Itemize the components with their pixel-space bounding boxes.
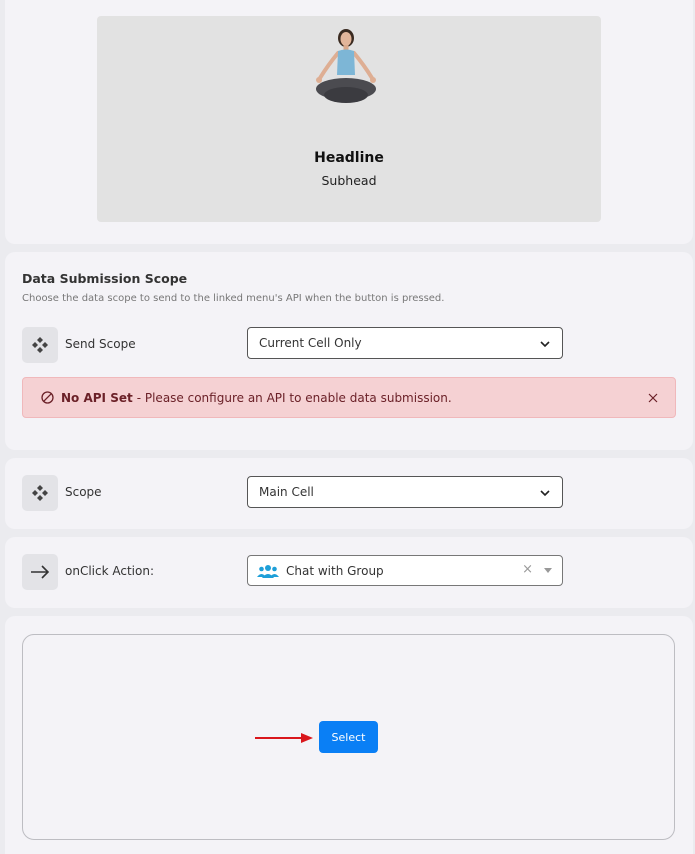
alert-message: - Please configure an API to enable data… (136, 390, 452, 405)
onclick-action-select[interactable]: Chat with Group × (247, 555, 563, 586)
ban-icon (41, 391, 54, 404)
scope-icon-box (22, 475, 58, 511)
diamond-arrows-icon (32, 485, 48, 501)
preview-card: Headline Subhead (5, 0, 693, 244)
onclick-card: onClick Action: Chat with Group × (5, 537, 693, 608)
clear-icon[interactable]: × (522, 562, 533, 577)
section-title: Data Submission Scope (22, 271, 188, 286)
select-button[interactable]: Select (319, 721, 378, 753)
selection-card: Select (5, 616, 693, 854)
data-submission-card: Data Submission Scope Choose the data sc… (5, 252, 693, 450)
diamond-arrows-icon (32, 337, 48, 353)
chevron-down-icon (540, 341, 550, 348)
headline-text: Headline (314, 150, 384, 166)
close-icon[interactable] (647, 392, 659, 404)
onclick-icon-box (22, 554, 58, 590)
scope-select[interactable]: Main Cell (247, 476, 563, 508)
subhead-text: Subhead (321, 173, 377, 188)
meditating-woman-image (316, 29, 376, 103)
send-scope-value: Current Cell Only (259, 336, 362, 350)
selection-area: Select (22, 634, 675, 840)
annotation-arrow-icon (255, 733, 313, 743)
send-scope-icon-box (22, 327, 58, 363)
send-scope-label: Send Scope (65, 337, 136, 351)
chevron-down-icon (540, 490, 550, 497)
onclick-label: onClick Action: (65, 564, 154, 578)
scope-card: Scope Main Cell (5, 458, 693, 529)
preview-panel: Headline Subhead (97, 16, 601, 222)
arrow-right-icon (31, 565, 50, 579)
alert-title: No API Set (61, 390, 133, 405)
scope-label: Scope (65, 485, 102, 499)
send-scope-select[interactable]: Current Cell Only (247, 327, 563, 359)
onclick-action-value: Chat with Group (286, 563, 384, 578)
scope-value: Main Cell (259, 485, 314, 499)
section-description: Choose the data scope to send to the lin… (22, 293, 445, 304)
caret-down-icon[interactable] (544, 568, 552, 573)
no-api-alert: No API Set - Please configure an API to … (22, 377, 676, 418)
group-icon (257, 564, 279, 578)
